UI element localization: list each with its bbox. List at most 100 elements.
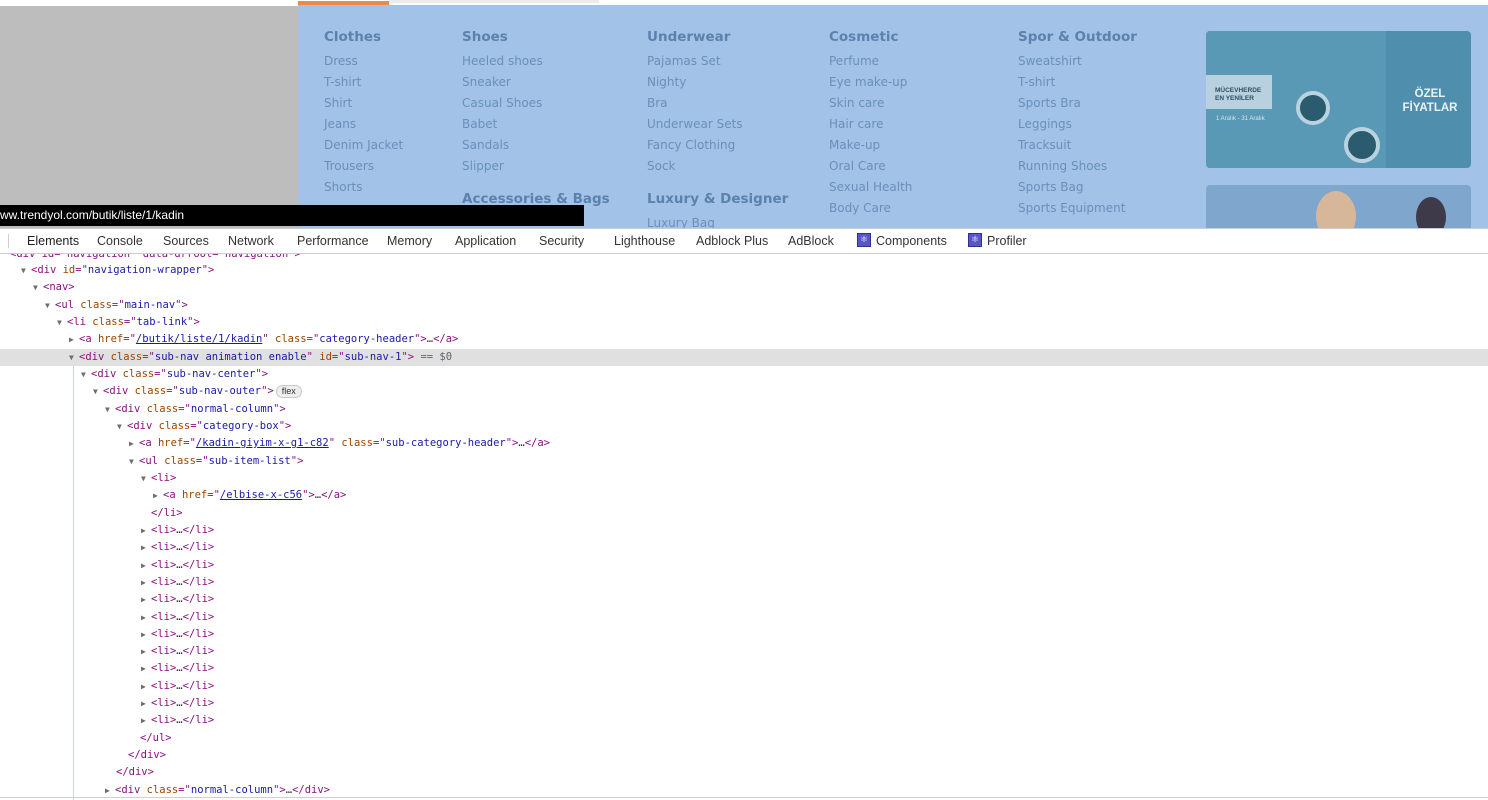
expand-triangle-icon[interactable]: ▼ xyxy=(141,470,151,487)
dom-row-li[interactable]: ▶ <li>…</li> xyxy=(0,695,1488,712)
menu-item[interactable]: T-shirt xyxy=(324,72,403,93)
collapse-triangle-icon[interactable]: ▶ xyxy=(129,435,139,452)
menu-item[interactable]: Hair care xyxy=(829,114,912,135)
tab-security[interactable]: Security xyxy=(539,229,584,253)
menu-item[interactable]: Sports Equipment xyxy=(1018,198,1137,219)
tab-memory[interactable]: Memory xyxy=(387,229,432,253)
menu-column-title[interactable]: Spor & Outdoor xyxy=(1018,29,1137,45)
dom-row[interactable]: ▼ <div class="category-box"> xyxy=(0,418,1488,435)
dom-row[interactable]: ▶ <a href="/elbise-x-c56">…</a> xyxy=(0,487,1488,504)
collapse-triangle-icon[interactable]: ▶ xyxy=(141,695,151,712)
menu-item[interactable]: Fancy Clothing xyxy=(647,135,743,156)
expand-triangle-icon[interactable]: ▼ xyxy=(129,453,139,470)
tab-network[interactable]: Network xyxy=(228,229,274,253)
dom-row-li[interactable]: ▶ <li>…</li> xyxy=(0,660,1488,677)
menu-item[interactable]: Casual Shoes xyxy=(462,93,543,114)
menu-item[interactable]: Tracksuit xyxy=(1018,135,1137,156)
dom-row[interactable]: ▼ <li> xyxy=(0,470,1488,487)
dom-row-li[interactable]: ▶ <li>…</li> xyxy=(0,626,1488,643)
dom-row[interactable]: ▼ <ul class="sub-item-list"> xyxy=(0,453,1488,470)
menu-item[interactable]: Nighty xyxy=(647,72,743,93)
dom-row[interactable]: </li> xyxy=(0,505,1488,522)
elements-tree[interactable]: <div id="navigation" data-drroot="naviga… xyxy=(0,254,1488,800)
dom-row[interactable]: ▼ <div class="sub-nav-outer"> flex xyxy=(0,383,1488,400)
menu-item[interactable]: Sexual Health xyxy=(829,177,912,198)
dom-row[interactable]: ▶ <a href="/kadin-giyim-x-g1-c82" class="… xyxy=(0,435,1488,452)
menu-column-title[interactable]: Clothes xyxy=(324,29,403,45)
tab-performance[interactable]: Performance xyxy=(297,229,369,253)
menu-item[interactable]: Perfume xyxy=(829,51,912,72)
menu-column-title[interactable]: Shoes xyxy=(462,29,543,45)
menu-item[interactable]: Sneaker xyxy=(462,72,543,93)
menu-item[interactable]: Make-up xyxy=(829,135,912,156)
dom-row-li[interactable]: ▶ <li>…</li> xyxy=(0,609,1488,626)
dom-row[interactable]: </div> xyxy=(0,764,1488,781)
menu-item[interactable]: Luxury Bag xyxy=(647,213,715,228)
dom-row-li[interactable]: ▶ <li>…</li> xyxy=(0,643,1488,660)
menu-item[interactable]: Babet xyxy=(462,114,543,135)
menu-item[interactable]: Trousers xyxy=(324,156,403,177)
dom-row[interactable]: ▼ <div class="normal-column"> xyxy=(0,401,1488,418)
tab-lighthouse[interactable]: Lighthouse xyxy=(614,229,675,253)
menu-item[interactable]: Sock xyxy=(647,156,743,177)
dom-row[interactable]: </div> xyxy=(0,747,1488,764)
collapse-triangle-icon[interactable]: ▶ xyxy=(141,712,151,729)
menu-item[interactable]: Sandals xyxy=(462,135,543,156)
collapse-triangle-icon[interactable]: ▶ xyxy=(141,522,151,539)
promo-banner-model[interactable] xyxy=(1206,185,1471,228)
expand-triangle-icon[interactable]: ▼ xyxy=(57,314,67,331)
dom-row-li[interactable]: ▶ <li>…</li> xyxy=(0,574,1488,591)
menu-item[interactable]: Oral Care xyxy=(829,156,912,177)
collapse-triangle-icon[interactable]: ▶ xyxy=(141,660,151,677)
collapse-triangle-icon[interactable]: ▶ xyxy=(141,609,151,626)
tab-elements[interactable]: Elements xyxy=(27,229,79,253)
collapse-triangle-icon[interactable]: ▶ xyxy=(141,574,151,591)
menu-item[interactable]: Running Shoes xyxy=(1018,156,1137,177)
tab-components[interactable]: Components xyxy=(857,229,947,253)
menu-column-title[interactable]: Underwear xyxy=(647,29,743,45)
dom-row[interactable]: </ul> xyxy=(0,730,1488,747)
promo-banner-jewelry[interactable]: MÜCEVHERDE EN YENİLER 1 Aralık - 31 Aral… xyxy=(1206,31,1471,168)
menu-column-title[interactable]: Cosmetic xyxy=(829,29,912,45)
dom-row[interactable]: ▼ <nav> xyxy=(0,279,1488,296)
menu-item[interactable]: Denim Jacket xyxy=(324,135,403,156)
collapse-triangle-icon[interactable]: ▶ xyxy=(141,557,151,574)
attr-link[interactable]: /kadin-giyim-x-g1-c82 xyxy=(196,437,329,449)
attr-link[interactable]: /elbise-x-c56 xyxy=(220,489,302,501)
menu-item[interactable]: Leggings xyxy=(1018,114,1137,135)
menu-item[interactable]: Jeans xyxy=(324,114,403,135)
menu-item[interactable]: Sports Bag xyxy=(1018,177,1137,198)
menu-item[interactable]: Sports Bra xyxy=(1018,93,1137,114)
collapse-triangle-icon[interactable]: ▶ xyxy=(69,331,79,348)
menu-item[interactable]: Sweatshirt xyxy=(1018,51,1137,72)
dom-row-li[interactable]: ▶ <li>…</li> xyxy=(0,591,1488,608)
collapse-triangle-icon[interactable]: ▶ xyxy=(141,591,151,608)
tab-application[interactable]: Application xyxy=(455,229,516,253)
menu-item[interactable]: Heeled shoes xyxy=(462,51,543,72)
tab-console[interactable]: Console xyxy=(97,229,143,253)
menu-item[interactable]: Slipper xyxy=(462,156,543,177)
dom-row[interactable]: ▼ <li class="tab-link"> xyxy=(0,314,1488,331)
menu-item[interactable]: Dress xyxy=(324,51,403,72)
dom-row[interactable]: ▼ <ul class="main-nav"> xyxy=(0,297,1488,314)
expand-triangle-icon[interactable]: ▼ xyxy=(93,383,103,400)
expand-triangle-icon[interactable]: ▼ xyxy=(45,297,55,314)
dom-row-selected[interactable]: ▼ <div class="sub-nav animation enable" i… xyxy=(0,349,1488,366)
tab-sources[interactable]: Sources xyxy=(163,229,209,253)
menu-item[interactable]: Pajamas Set xyxy=(647,51,743,72)
menu-item[interactable]: Eye make-up xyxy=(829,72,912,93)
menu-column-title[interactable]: Luxury & Designer xyxy=(647,191,788,207)
collapse-triangle-icon[interactable]: ▶ xyxy=(141,539,151,556)
expand-triangle-icon[interactable]: ▼ xyxy=(105,401,115,418)
collapse-triangle-icon[interactable]: ▶ xyxy=(141,678,151,695)
expand-triangle-icon[interactable]: ▼ xyxy=(81,366,91,383)
menu-item[interactable]: Shorts xyxy=(324,177,403,198)
dom-row[interactable]: ▶ <a href="/butik/liste/1/kadin" class="c… xyxy=(0,331,1488,348)
menu-item[interactable]: Shirt xyxy=(324,93,403,114)
expand-triangle-icon[interactable]: ▼ xyxy=(21,262,31,279)
menu-item[interactable]: Underwear Sets xyxy=(647,114,743,135)
dom-row-li[interactable]: ▶ <li>…</li> xyxy=(0,557,1488,574)
menu-item[interactable]: Body Care xyxy=(829,198,912,219)
dom-row[interactable]: ▼ <div class="sub-nav-center"> xyxy=(0,366,1488,383)
dom-row-li[interactable]: ▶ <li>…</li> xyxy=(0,678,1488,695)
